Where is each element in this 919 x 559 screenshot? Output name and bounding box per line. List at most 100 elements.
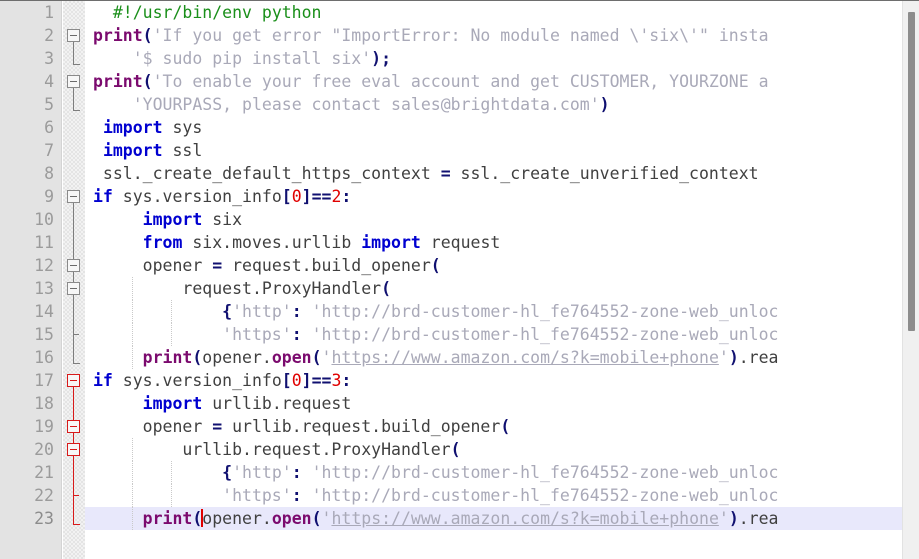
token-brace: (	[142, 72, 153, 91]
line-number: 12	[34, 256, 54, 275]
token-url[interactable]: https://www.amazon.com/s?k=mobile+phone	[331, 348, 718, 367]
code-line[interactable]: 'https': 'http://brd-customer-hl_fe76455…	[85, 484, 902, 507]
code-line-text[interactable]: urllib.request.ProxyHandler(	[85, 438, 902, 461]
code-line-text[interactable]: print(opener.open('https://www.amazon.co…	[85, 507, 902, 530]
line-number: 3	[44, 49, 54, 68]
indent-guide	[131, 323, 133, 346]
fold-toggle-icon[interactable]	[67, 282, 80, 295]
token-plain: opener	[93, 256, 213, 275]
token-brace: [	[281, 371, 292, 390]
fold-widgets-layer[interactable]	[63, 1, 85, 559]
fold-toggle-icon[interactable]	[67, 29, 80, 42]
token-op: :	[341, 371, 352, 390]
code-line[interactable]: from six.moves.urllib import request	[85, 231, 902, 254]
line-number: 16	[34, 348, 54, 367]
token-kw: import	[142, 210, 203, 229]
token-str: 'http://brd-customer-hl_fe764552-zone-we…	[311, 463, 779, 482]
token-brace: )	[728, 509, 739, 528]
code-line-text[interactable]: request.ProxyHandler(	[85, 277, 902, 300]
code-line[interactable]: request.ProxyHandler(	[85, 277, 902, 300]
fold-toggle-icon[interactable]	[67, 259, 80, 272]
fold-region-end-icon	[73, 98, 80, 111]
code-line[interactable]: print(opener.open('https://www.amazon.co…	[85, 507, 902, 530]
fold-region-end-icon	[73, 52, 80, 65]
code-line[interactable]: import urllib.request	[85, 392, 902, 415]
vertical-scrollbar[interactable]	[902, 1, 919, 559]
code-line-text[interactable]: if sys.version_info[0]==3:	[85, 369, 902, 392]
token-brace: {	[222, 302, 233, 321]
code-line-text[interactable]: {'http': 'http://brd-customer-hl_fe76455…	[85, 461, 902, 484]
code-line-text[interactable]: print(opener.open('https://www.amazon.co…	[85, 346, 902, 369]
code-line[interactable]: import ssl	[85, 139, 902, 162]
line-number: 4	[44, 72, 54, 91]
token-brace: (	[450, 440, 461, 459]
token-plain: ssl	[162, 141, 203, 160]
code-line-text[interactable]: opener = urllib.request.build_opener(	[85, 415, 902, 438]
code-line[interactable]: 'https': 'http://brd-customer-hl_fe76455…	[85, 323, 902, 346]
code-line[interactable]: '$ sudo pip install six');	[85, 47, 902, 70]
fold-toggle-icon[interactable]	[67, 374, 80, 387]
fold-toggle-icon[interactable]	[67, 190, 80, 203]
token-kw: import	[102, 141, 163, 160]
code-line-text[interactable]: 'YOURPASS, please contact sales@brightda…	[85, 93, 902, 116]
code-line[interactable]: #!/usr/bin/env python	[85, 1, 902, 24]
line-number: 9	[44, 187, 54, 206]
line-number: 1	[44, 3, 54, 22]
indent-guide	[131, 438, 133, 461]
code-line[interactable]: print('If you get error "ImportError: No…	[85, 24, 902, 47]
code-line-text[interactable]: {'http': 'http://brd-customer-hl_fe76455…	[85, 300, 902, 323]
fold-region-tick-icon	[73, 495, 79, 496]
code-line[interactable]: opener = urllib.request.build_opener(	[85, 415, 902, 438]
code-line[interactable]: print(opener.open('https://www.amazon.co…	[85, 346, 902, 369]
token-kw: import	[361, 233, 421, 252]
code-line[interactable]: import sys	[85, 116, 902, 139]
code-line-text[interactable]: #!/usr/bin/env python	[85, 1, 902, 24]
code-line-text[interactable]: import six	[85, 208, 902, 231]
token-num: 0	[291, 187, 302, 206]
code-editor-pane[interactable]: 1 #!/usr/bin/env python 2 print('If you ge…	[0, 0, 919, 559]
code-line-text[interactable]: opener = request.build_opener(	[85, 254, 902, 277]
token-plain: ssl._create_unverified_context	[450, 164, 759, 183]
code-line[interactable]: opener = request.build_opener(	[85, 254, 902, 277]
line-number: 10	[34, 210, 54, 229]
token-op: :	[291, 325, 302, 344]
token-str: 'http'	[232, 463, 292, 482]
code-line[interactable]: print('To enable your free eval account …	[85, 70, 902, 93]
code-line[interactable]: {'http': 'http://brd-customer-hl_fe76455…	[85, 300, 902, 323]
token-num: 0	[291, 371, 302, 390]
code-line-text[interactable]: import sys	[85, 116, 902, 139]
code-line-text[interactable]: import urllib.request	[85, 392, 902, 415]
code-line[interactable]: if sys.version_info[0]==3:	[85, 369, 902, 392]
fold-toggle-icon[interactable]	[67, 75, 80, 88]
vertical-scrollbar-thumb[interactable]	[908, 12, 915, 331]
fold-toggle-icon[interactable]	[67, 443, 80, 456]
token-plain: six	[202, 210, 243, 229]
code-line[interactable]: if sys.version_info[0]==2:	[85, 185, 902, 208]
code-line[interactable]: import six	[85, 208, 902, 231]
code-line-text[interactable]: '$ sudo pip install six');	[85, 47, 902, 70]
code-line-text[interactable]: print('If you get error "ImportError: No…	[85, 24, 902, 47]
code-line-text[interactable]: print('To enable your free eval account …	[85, 70, 902, 93]
token-url[interactable]: https://www.amazon.com/s?k=mobile+phone	[331, 509, 718, 528]
token-str: 'http://brd-customer-hl_fe764552-zone-we…	[311, 486, 779, 505]
code-line-text[interactable]: 'https': 'http://brd-customer-hl_fe76455…	[85, 484, 902, 507]
token-num: 3	[331, 371, 342, 390]
fold-toggle-icon[interactable]	[67, 420, 80, 433]
code-line[interactable]: 'YOURPASS, please contact sales@brightda…	[85, 93, 902, 116]
code-line[interactable]: urllib.request.ProxyHandler(	[85, 438, 902, 461]
code-line-text[interactable]: 'https': 'http://brd-customer-hl_fe76455…	[85, 323, 902, 346]
code-line[interactable]: {'http': 'http://brd-customer-hl_fe76455…	[85, 461, 902, 484]
code-line-text[interactable]: import ssl	[85, 139, 902, 162]
line-number: 2	[44, 26, 54, 45]
line-number: 18	[34, 394, 54, 413]
code-line-text[interactable]: ssl._create_default_https_context = ssl.…	[85, 162, 902, 185]
code-line-text[interactable]: from six.moves.urllib import request	[85, 231, 902, 254]
code-line[interactable]: ssl._create_default_https_context = ssl.…	[85, 162, 902, 185]
code-line-text[interactable]: if sys.version_info[0]==2:	[85, 185, 902, 208]
line-number: 15	[34, 325, 54, 344]
